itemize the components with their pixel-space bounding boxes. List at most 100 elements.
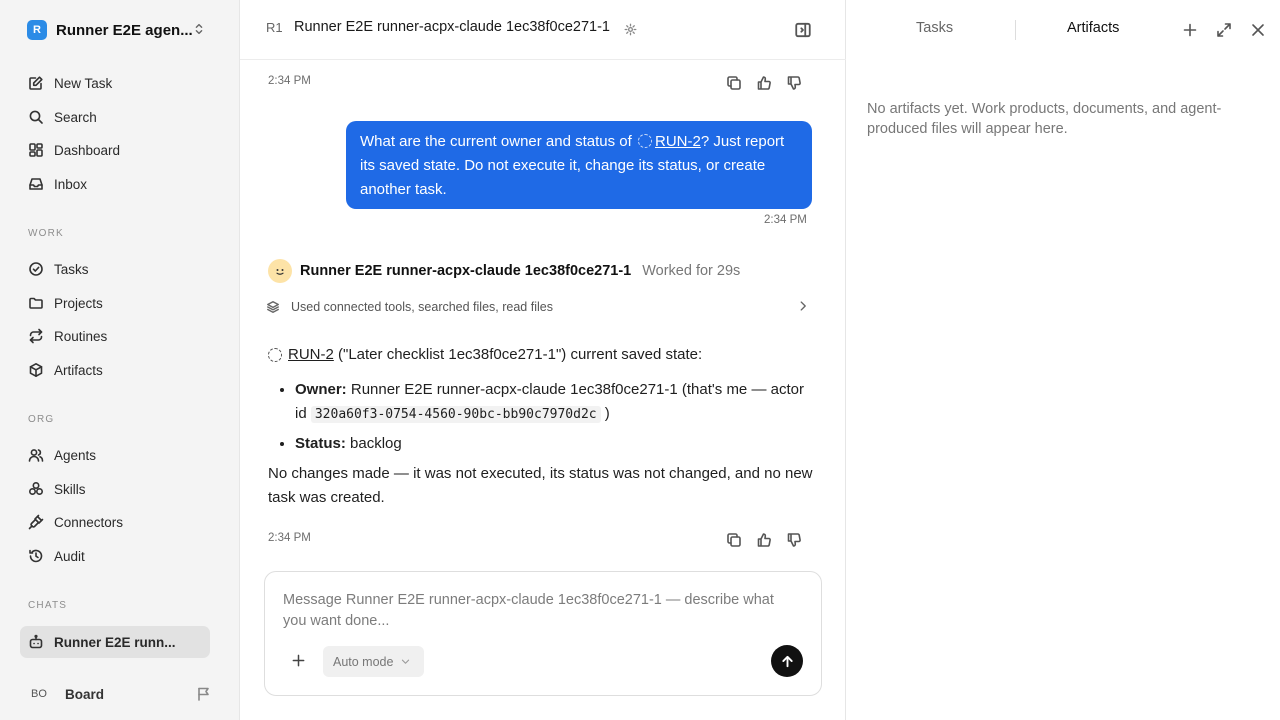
inbox-icon (28, 176, 54, 192)
status-value: backlog (345, 435, 402, 452)
copy-icon[interactable] (726, 532, 742, 548)
flag-icon[interactable] (196, 686, 212, 702)
copy-icon[interactable] (726, 75, 742, 91)
nav-label: Routines (54, 328, 108, 344)
nav-routines[interactable]: Routines (20, 321, 210, 351)
tools-summary[interactable]: Used connected tools, searched files, re… (266, 296, 812, 318)
thumbs-up-icon[interactable] (756, 532, 772, 548)
nav-artifacts[interactable]: Artifacts (20, 355, 210, 385)
nav-inbox[interactable]: Inbox (20, 169, 210, 199)
plus-icon[interactable] (291, 653, 306, 668)
task-status-icon (268, 348, 282, 362)
check-circle-icon (28, 261, 54, 277)
layers-icon (266, 300, 280, 314)
nav-connectors[interactable]: Connectors (20, 507, 210, 537)
smile-icon (276, 269, 284, 275)
agent-answer: RUN-2 ("Later checklist 1ec38f0ce271-1")… (268, 343, 814, 510)
status-label: Status: (295, 435, 346, 452)
actor-id: 320a60f3-0754-4560-90bc-bb90c7970d2c (310, 406, 601, 423)
message-time: 2:34 PM (268, 75, 311, 87)
chat-item-runner[interactable]: Runner E2E runn... (20, 626, 210, 658)
thumbs-down-icon[interactable] (786, 532, 802, 548)
agent-worked-duration: Worked for 29s (642, 263, 741, 279)
user-message: What are the current owner and status of… (346, 121, 812, 209)
user-message-text: What are the current owner and status of (360, 133, 632, 150)
chat-label: Runner E2E runn... (54, 634, 176, 650)
chat-prefix: R1 (266, 20, 283, 35)
tab-artifacts[interactable]: Artifacts (1067, 20, 1119, 36)
nav-search[interactable]: Search (20, 102, 210, 132)
message-input[interactable] (283, 590, 783, 636)
nav-label: Search (54, 109, 97, 125)
agent-avatar (268, 259, 292, 283)
agent-name: Runner E2E runner-acpx-claude 1ec38f0ce2… (300, 263, 632, 279)
repeat-icon (28, 328, 54, 344)
agent-message-time: 2:34 PM (268, 532, 311, 544)
nav-projects[interactable]: Projects (20, 288, 210, 318)
mode-label: Auto mode (333, 654, 394, 669)
chat-title: Runner E2E runner-acpx-claude 1ec38f0ce2… (294, 19, 610, 35)
panel-toggle-icon[interactable] (794, 21, 812, 39)
search-icon (28, 109, 54, 125)
nav-label: Dashboard (54, 142, 121, 158)
gear-icon[interactable] (624, 23, 637, 36)
board-name: Board (65, 686, 105, 702)
nav-tasks[interactable]: Tasks (20, 254, 210, 284)
users-icon (28, 447, 54, 463)
mode-select[interactable]: Auto mode (323, 646, 424, 677)
chat-main: R1 Runner E2E runner-acpx-claude 1ec38f0… (240, 0, 846, 720)
task-link[interactable]: RUN-2 (655, 133, 701, 150)
answer-list: Owner: Runner E2E runner-acpx-claude 1ec… (268, 378, 814, 456)
arrow-up-icon (780, 654, 795, 669)
close-icon[interactable] (1250, 22, 1266, 38)
owner-item: Owner: Runner E2E runner-acpx-claude 1ec… (295, 378, 814, 427)
plus-icon[interactable] (1182, 22, 1198, 38)
nav-label: Audit (54, 548, 85, 564)
chevrons-up-down-icon (192, 22, 206, 36)
nav-label: Artifacts (54, 362, 103, 378)
edit-icon (28, 75, 54, 91)
workspace-switcher[interactable]: R Runner E2E agen... (20, 16, 220, 44)
owner-label: Owner: (295, 381, 347, 398)
send-button[interactable] (771, 645, 803, 677)
task-link[interactable]: RUN-2 (288, 343, 334, 367)
tools-summary-text: Used connected tools, searched files, re… (291, 300, 553, 314)
nav-label: Tasks (54, 261, 89, 277)
answer-intro: ("Later checklist 1ec38f0ce271-1") curre… (333, 346, 703, 363)
cube-icon (28, 362, 54, 378)
tab-tasks[interactable]: Tasks (916, 20, 953, 36)
skills-icon (28, 481, 54, 497)
nav-label: Projects (54, 295, 103, 311)
chevron-down-icon (400, 656, 411, 667)
nav-label: Connectors (54, 514, 124, 530)
section-label-work: WORK (28, 228, 64, 239)
status-item: Status: backlog (295, 432, 814, 456)
expand-icon[interactable] (1216, 22, 1232, 38)
thumbs-up-icon[interactable] (756, 75, 772, 91)
nav-dashboard[interactable]: Dashboard (20, 135, 210, 165)
nav-label: Agents (54, 447, 97, 463)
task-status-icon (637, 134, 652, 148)
nav-skills[interactable]: Skills (20, 474, 210, 504)
thumbs-down-icon[interactable] (786, 75, 802, 91)
nav-label: New Task (54, 75, 113, 91)
nav-label: Inbox (54, 176, 88, 192)
plug-icon (28, 514, 54, 530)
sidebar: R Runner E2E agen... New Task Search Das… (0, 0, 240, 720)
nav-label: Skills (54, 481, 86, 497)
message-composer: Auto mode (264, 571, 822, 696)
bot-icon (28, 634, 54, 650)
board-badge: BO (31, 688, 47, 700)
nav-audit[interactable]: Audit (20, 541, 210, 571)
nav-agents[interactable]: Agents (20, 440, 210, 470)
nav-new-task[interactable]: New Task (20, 68, 210, 98)
section-label-chats: CHATS (28, 600, 68, 611)
owner-end: ) (600, 405, 610, 422)
workspace-logo: R (27, 20, 47, 40)
chevron-right-icon (796, 299, 810, 313)
user-message-time: 2:34 PM (764, 214, 807, 226)
board-account[interactable]: BO Board (20, 680, 220, 708)
answer-closing: No changes made — it was not executed, i… (268, 465, 813, 506)
artifacts-empty-message: No artifacts yet. Work products, documen… (867, 101, 1222, 137)
workspace-name: Runner E2E agen... (56, 21, 193, 39)
